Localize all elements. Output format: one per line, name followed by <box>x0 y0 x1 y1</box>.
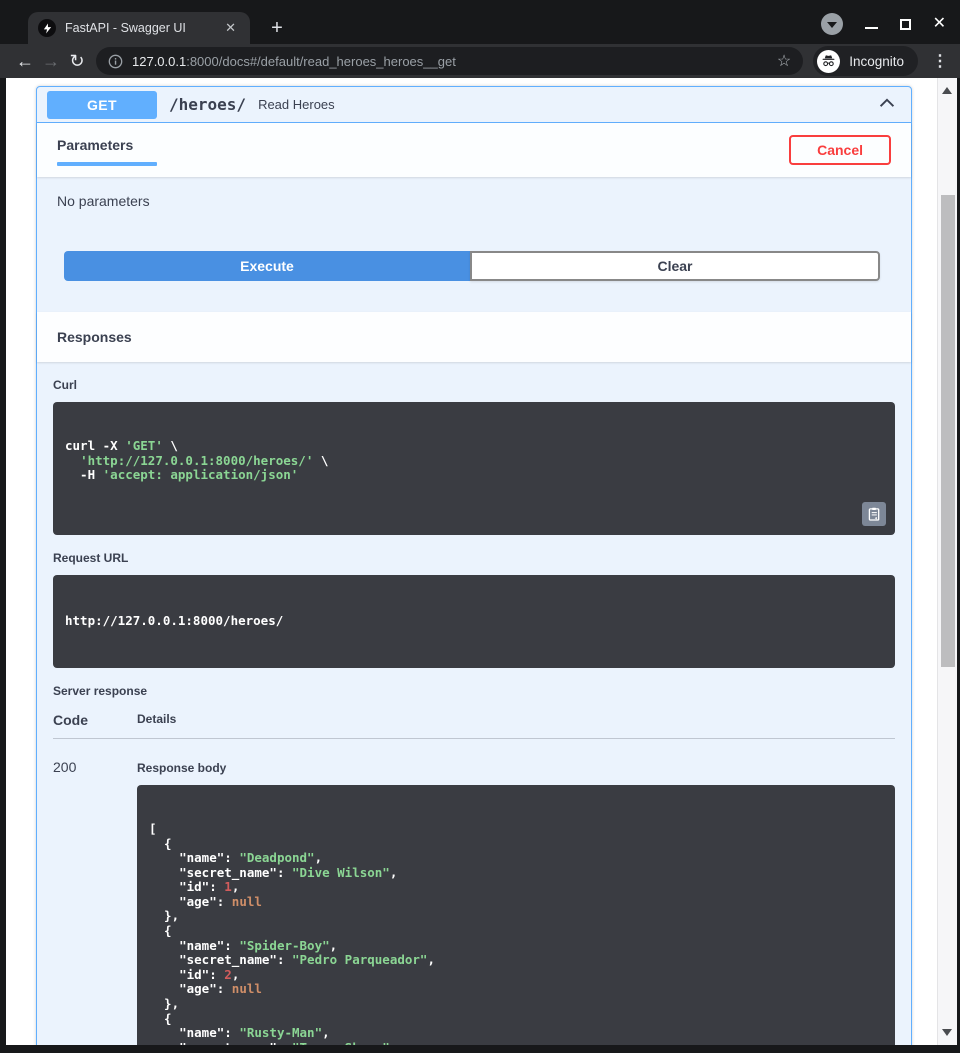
active-tab-underline <box>57 162 157 166</box>
tab-parameters[interactable]: Parameters <box>57 137 157 166</box>
operation-block-get-heroes: GET /heroes/ Read Heroes Parameters Canc… <box>36 86 912 1045</box>
code-line: "age": null <box>149 982 883 997</box>
curl-label: Curl <box>53 378 895 392</box>
response-body-label: Response body <box>137 761 895 775</box>
back-icon[interactable]: ← <box>12 51 38 72</box>
execute-button[interactable]: Execute <box>64 251 470 281</box>
code-line: http://127.0.0.1:8000/heroes/ <box>65 614 883 629</box>
tab-title: FastAPI - Swagger UI <box>65 21 221 35</box>
code-line: }, <box>149 909 883 924</box>
code-line: "id": 2, <box>149 968 883 983</box>
fastapi-favicon-icon <box>38 19 56 37</box>
window-controls: ✕ <box>821 13 946 35</box>
code-line: { <box>149 837 883 852</box>
execute-button-row: Execute Clear <box>64 251 880 281</box>
tab-close-icon[interactable]: ✕ <box>221 18 240 38</box>
code-line: { <box>149 1012 883 1027</box>
parameters-title: Parameters <box>57 137 157 153</box>
incognito-label: Incognito <box>849 54 904 69</box>
code-line: "id": 1, <box>149 880 883 895</box>
response-table-header: Code Details <box>53 712 895 739</box>
page-scrollbar[interactable] <box>937 78 957 1045</box>
cancel-button[interactable]: Cancel <box>789 135 891 165</box>
maximize-button[interactable] <box>900 19 911 30</box>
code-line: "name": "Rusty-Man", <box>149 1026 883 1041</box>
browser-update-icon[interactable] <box>821 13 843 35</box>
minimize-button[interactable] <box>865 27 878 29</box>
status-code: 200 <box>53 759 137 1045</box>
copy-curl-button[interactable] <box>862 502 886 526</box>
browser-window: FastAPI - Swagger UI ✕ + ✕ ← → ↻ 127.0.0… <box>0 0 960 1053</box>
url-path: :8000/docs#/default/read_heroes_heroes__… <box>186 54 456 69</box>
response-row: 200 Response body [ { "name": "Deadpond"… <box>53 759 895 1045</box>
responses-section-header: Responses <box>37 312 911 362</box>
operation-summary: Read Heroes <box>258 97 873 112</box>
response-details-cell: Response body [ { "name": "Deadpond", "s… <box>137 759 895 1045</box>
url-text: 127.0.0.1:8000/docs#/default/read_heroes… <box>132 54 769 69</box>
code-line: -H 'accept: application/json' <box>65 468 883 483</box>
http-method-badge: GET <box>47 91 157 119</box>
scrollbar-thumb[interactable] <box>941 195 955 667</box>
request-url-text: http://127.0.0.1:8000/heroes/ <box>65 614 883 629</box>
scroll-down-icon[interactable] <box>942 1029 952 1036</box>
code-column-header: Code <box>53 712 137 728</box>
responses-body: Curl curl -X 'GET' \ 'http://127.0.0.1:8… <box>37 378 911 1045</box>
code-line: curl -X 'GET' \ <box>65 439 883 454</box>
bookmark-star-icon[interactable]: ☆ <box>777 51 791 71</box>
responses-title: Responses <box>57 329 132 345</box>
scroll-up-icon[interactable] <box>942 87 952 94</box>
code-line: 'http://127.0.0.1:8000/heroes/' \ <box>65 454 883 469</box>
window-close-button[interactable]: ✕ <box>933 17 946 31</box>
titlebar: FastAPI - Swagger UI ✕ + ✕ <box>0 0 960 44</box>
code-line: { <box>149 924 883 939</box>
curl-command-block: curl -X 'GET' \ 'http://127.0.0.1:8000/h… <box>53 402 895 535</box>
code-line: }, <box>149 997 883 1012</box>
code-line: [ <box>149 822 883 837</box>
code-line: "secret_name": "Tommy Sharp", <box>149 1041 883 1045</box>
chevron-up-icon <box>879 97 895 109</box>
browser-toolbar: ← → ↻ 127.0.0.1:8000/docs#/default/read_… <box>0 44 960 78</box>
operation-path: /heroes/ <box>169 95 246 114</box>
code-line: "secret_name": "Dive Wilson", <box>149 866 883 881</box>
clear-button[interactable]: Clear <box>470 251 880 281</box>
reload-icon[interactable]: ↻ <box>64 51 90 72</box>
page-info-icon[interactable] <box>108 54 123 69</box>
request-url-block: http://127.0.0.1:8000/heroes/ <box>53 575 895 668</box>
operation-header[interactable]: GET /heroes/ Read Heroes <box>37 87 911 123</box>
browser-menu-icon[interactable]: ⋮ <box>932 51 948 71</box>
forward-icon[interactable]: → <box>38 51 64 72</box>
details-column-header: Details <box>137 712 176 728</box>
collapse-operation-button[interactable] <box>873 93 901 116</box>
page-viewport: GET /heroes/ Read Heroes Parameters Canc… <box>6 78 957 1045</box>
code-line: "age": null <box>149 895 883 910</box>
parameters-section-header: Parameters Cancel <box>37 123 911 177</box>
browser-tab[interactable]: FastAPI - Swagger UI ✕ <box>28 12 250 44</box>
incognito-badge: Incognito <box>813 46 918 76</box>
request-url-label: Request URL <box>53 551 895 565</box>
code-line: "name": "Spider-Boy", <box>149 939 883 954</box>
url-host: 127.0.0.1 <box>132 54 186 69</box>
new-tab-button[interactable]: + <box>264 16 290 42</box>
response-body-block: [ { "name": "Deadpond", "secret_name": "… <box>137 785 895 1045</box>
clipboard-icon <box>868 507 881 521</box>
server-response-label: Server response <box>53 684 895 698</box>
no-parameters-text: No parameters <box>37 177 911 209</box>
code-line: "name": "Deadpond", <box>149 851 883 866</box>
address-bar[interactable]: 127.0.0.1:8000/docs#/default/read_heroes… <box>96 47 803 75</box>
incognito-icon <box>817 50 840 73</box>
code-line: "secret_name": "Pedro Parqueador", <box>149 953 883 968</box>
response-body-json: [ { "name": "Deadpond", "secret_name": "… <box>149 822 883 1045</box>
curl-command-text: curl -X 'GET' \ 'http://127.0.0.1:8000/h… <box>65 439 883 483</box>
